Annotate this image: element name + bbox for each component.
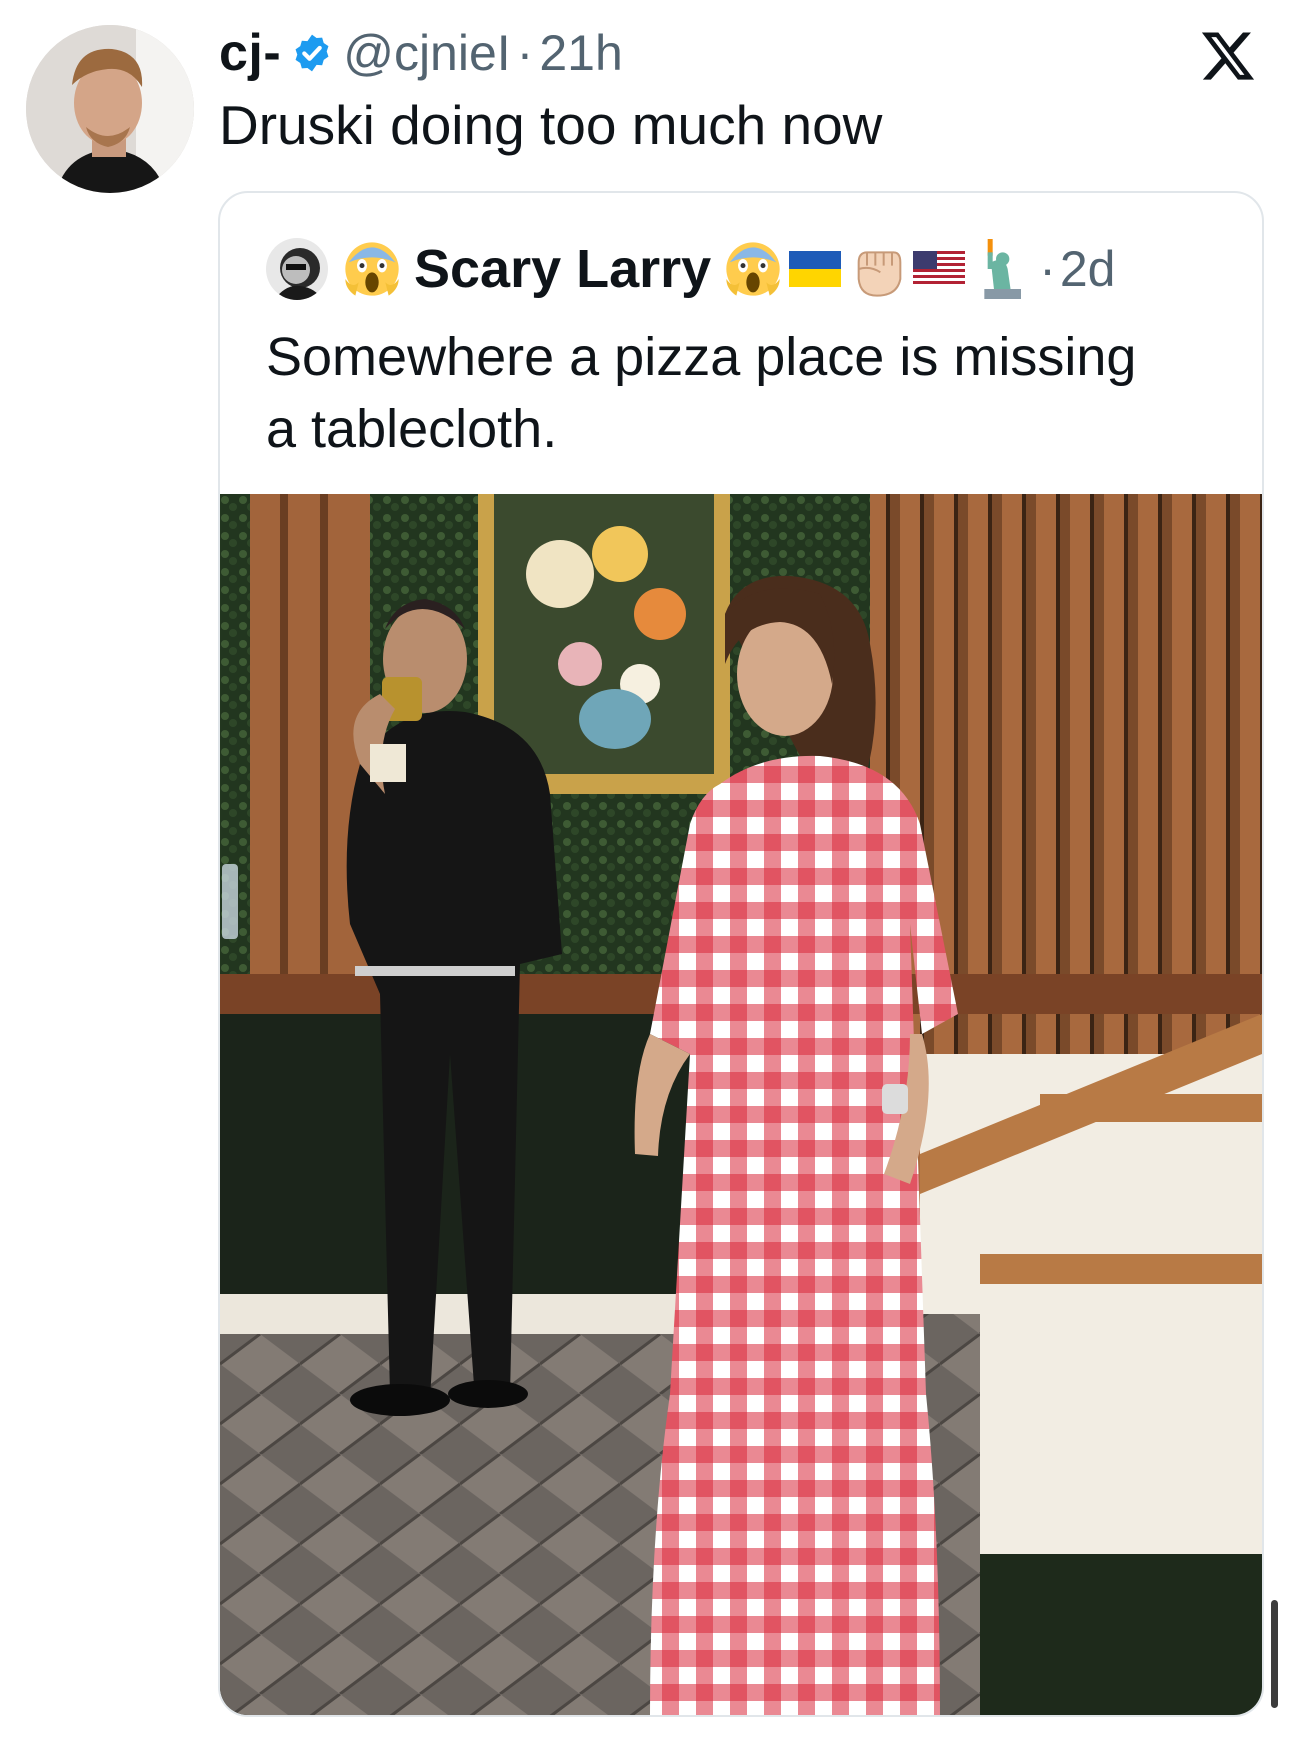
author-avatar-image (26, 25, 194, 193)
verified-badge-icon (295, 34, 329, 72)
screaming-face-emoji (726, 242, 780, 296)
quoted-tweet-card[interactable]: Scary Larry · 2d Somewhere a pizza place… (218, 191, 1264, 1717)
author-avatar[interactable] (26, 25, 194, 193)
screaming-face-emoji (345, 242, 399, 296)
quoted-timestamp[interactable]: 2d (1060, 240, 1116, 298)
quoted-meta-separator: · (1039, 241, 1056, 297)
statue-of-liberty-icon (984, 239, 1022, 299)
scrollbar[interactable] (1271, 1600, 1278, 1708)
quoted-tweet-text: Somewhere a pizza place is missing a tab… (266, 327, 1137, 459)
author-display-name[interactable]: cj- (219, 23, 281, 83)
us-flag-icon (913, 251, 966, 287)
quoted-author-display-name[interactable]: Scary Larry (414, 238, 711, 300)
author-handle[interactable]: @cjnieI (343, 24, 510, 82)
tweet-timestamp[interactable]: 21h (539, 24, 622, 82)
x-logo-icon[interactable] (1199, 27, 1257, 85)
raised-fist-icon (857, 251, 902, 297)
tweet-text: Druski doing too much now (219, 94, 883, 156)
quoted-tweet-header: Scary Larry · 2d (266, 237, 1116, 301)
quoted-author-avatar-image (266, 238, 328, 300)
ukraine-flag-icon (789, 251, 842, 287)
meta-separator: · (516, 25, 534, 81)
quoted-tweet-photo[interactable] (220, 494, 1262, 1715)
quoted-author-avatar[interactable] (266, 238, 328, 300)
tweet-header: cj- @cjnieI · 21h (219, 18, 623, 88)
